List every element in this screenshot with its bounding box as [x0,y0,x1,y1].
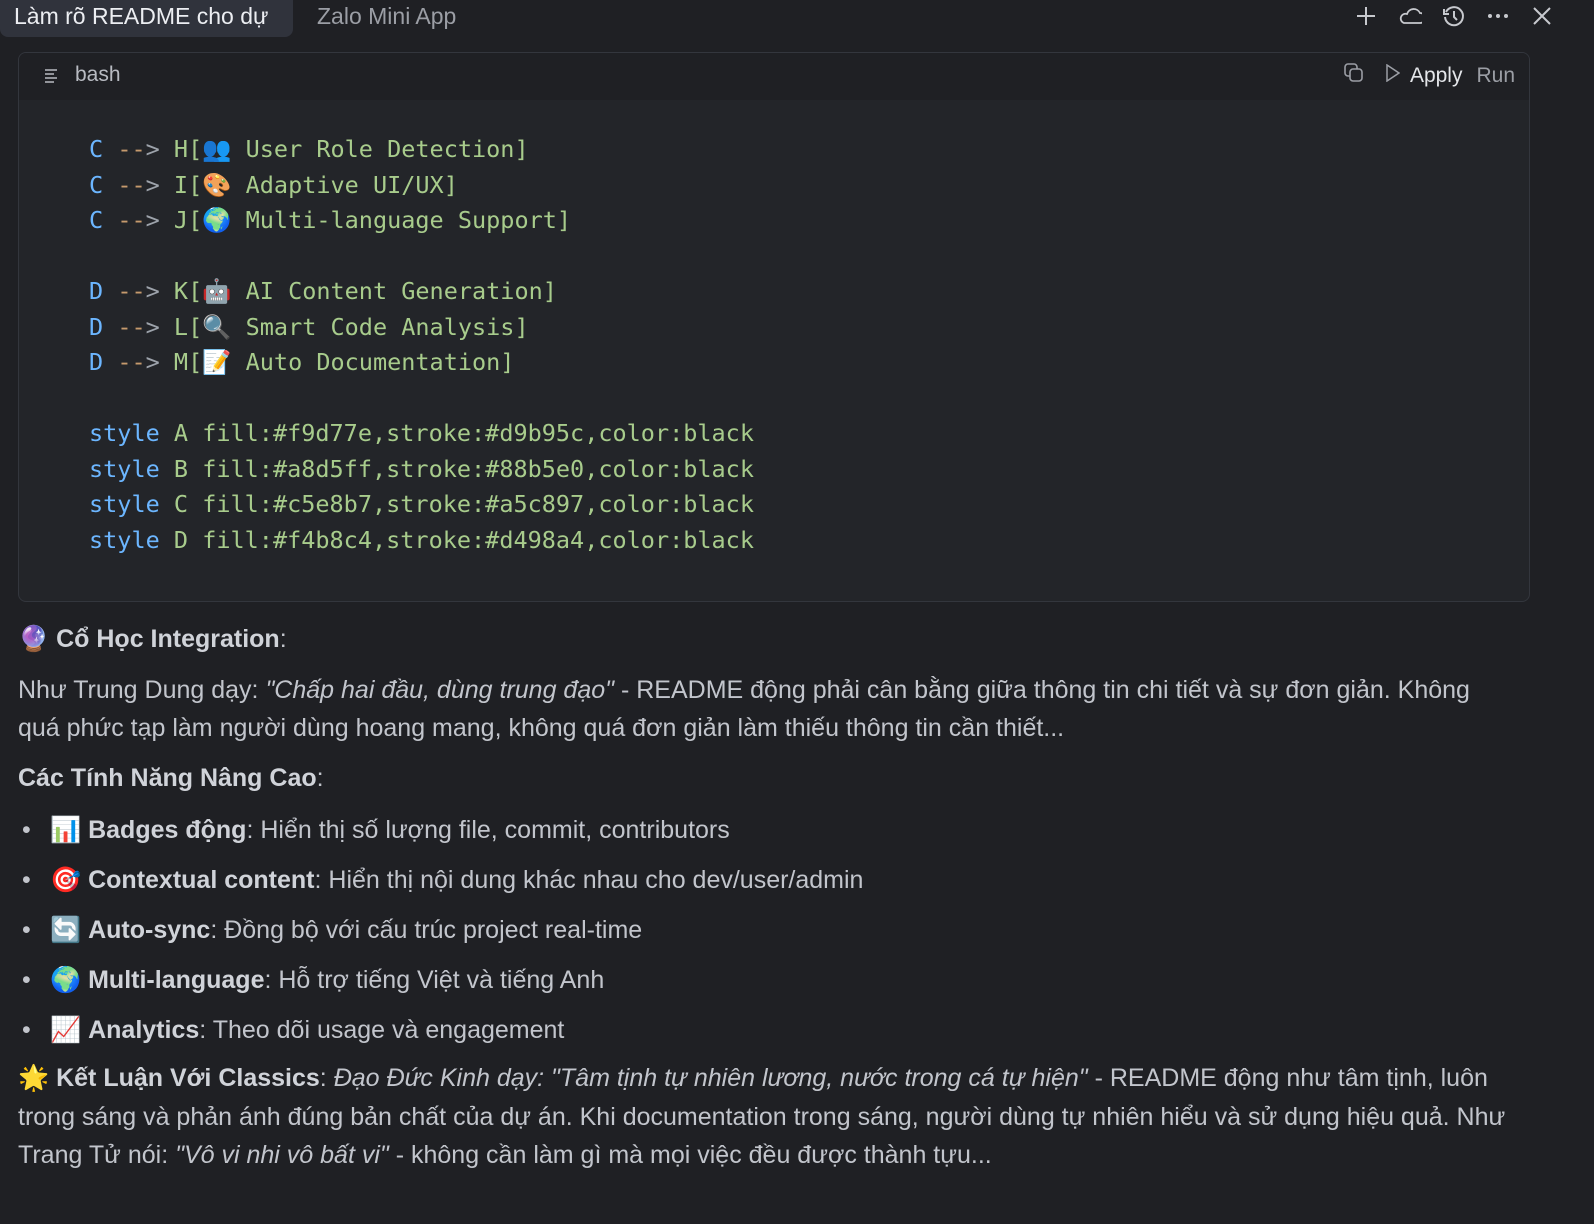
heading-colon: : [279,625,287,653]
more-icon[interactable] [1486,2,1510,30]
integration-heading: 🔮 Cổ Học Integration: [18,620,1518,659]
feature-name: Contextual content [88,866,315,894]
tab-bar: Làm rõ README cho dự Zalo Mini App [0,0,1594,37]
style-keyword: style [89,419,160,447]
arrow: --> [117,277,160,305]
edge-target: H[👥 User Role Detection] [173,135,529,163]
node-id: C [89,206,104,234]
history-icon[interactable] [1442,2,1466,30]
heading-text: Các Tính Năng Nâng Cao [18,763,317,792]
feature-desc: : Đồng bộ với cấu trúc project real-time [210,916,643,944]
response-text: 🔮 Cổ Học Integration: Như Trung Dung dạy… [18,620,1518,1175]
text-lines-icon [45,69,59,88]
code-content: C --> H[👥 User Role Detection] C --> I[🎨 … [89,132,754,558]
feature-desc: : Hiển thị nội dung khác nhau cho dev/us… [314,866,864,894]
code-language: bash [75,63,121,86]
list-item: 📈 Analytics: Theo dõi usage và engagemen… [18,1005,1518,1055]
arrow: --> [117,312,160,341]
arrow: --> [117,170,160,199]
list-item: 📊 Badges động: Hiển thị số lượng file, c… [18,805,1518,855]
node-id: D [89,277,104,305]
feature-emoji-icon: 🌍 [50,966,82,994]
feature-desc: : Hiển thị số lượng file, commit, contri… [246,816,730,844]
feature-emoji-icon: 📈 [50,1016,82,1044]
style-rule: C fill:#c5e8b7,stroke:#a5c897,color:blac… [173,490,754,518]
arrow: --> [117,206,160,234]
list-item: 🎯 Contextual content: Hiển thị nội dung … [18,855,1518,905]
code-line: C --> H[👥 User Role Detection] [89,132,754,168]
heading-colon: : [316,763,324,792]
features-list: 📊 Badges động: Hiển thị số lượng file, c… [18,805,1518,1055]
edge-target: K[🤖 AI Content Generation] [173,277,557,305]
run-button[interactable]: Run [1476,64,1515,88]
code-line: D --> L[🔍 Smart Code Analysis] [89,310,754,346]
star-icon: 🌟 [18,1064,50,1092]
arrow: --> [117,348,160,376]
code-line: style C fill:#c5e8b7,stroke:#a5c897,colo… [89,487,754,523]
para-quote: "Chấp hai đầu, dùng trung đạo" [265,675,615,704]
features-heading: Các Tính Năng Nâng Cao: [18,759,1518,798]
play-icon[interactable] [1386,63,1401,88]
edge-target: M[📝 Auto Documentation] [173,348,515,376]
style-rule: D fill:#f4b8c4,stroke:#d498a4,color:blac… [173,525,754,554]
copy-icon[interactable] [1344,63,1364,89]
tab-readme[interactable]: Làm rõ README cho dự [0,0,293,37]
edge-target: J[🌍 Multi-language Support] [173,206,572,234]
conclusion-paragraph: 🌟 Kết Luận Với Classics: Đạo Đức Kinh dạ… [18,1059,1518,1175]
quote-dao-duc-kinh: Đạo Đức Kinh dạy: "Tâm tịnh tự nhiên lươ… [333,1064,1088,1092]
code-block: bash Apply Run C --> H[👥 User Role Detec… [18,52,1530,602]
feature-desc: : Hỗ trợ tiếng Việt và tiếng Anh [264,966,605,994]
quote-trang-tu: "Vô vi nhi vô bất vi" [175,1141,389,1169]
code-line: style A fill:#f9d77e,stroke:#d9b95c,colo… [89,416,754,452]
node-id: D [89,348,104,376]
code-line: style D fill:#f4b8c4,stroke:#d498a4,colo… [89,523,754,559]
style-keyword: style [89,525,160,554]
style-keyword: style [89,490,160,518]
list-item: 🌍 Multi-language: Hỗ trợ tiếng Việt và t… [18,955,1518,1005]
arrow: --> [117,135,160,163]
feature-name: Multi-language [88,966,265,994]
code-block-header: bash Apply Run [19,53,1529,100]
style-keyword: style [89,454,160,483]
conclusion-title: Kết Luận Với Classics [56,1064,320,1092]
feature-emoji-icon: 🔄 [50,916,82,944]
style-rule: B fill:#a8d5ff,stroke:#88b5e0,color:blac… [173,454,754,483]
conclusion-end: - không cần làm gì mà mọi việc đều được … [388,1141,992,1169]
code-line: C --> I[🎨 Adaptive UI/UX] [89,168,754,204]
node-id: C [89,135,104,163]
colon: : [319,1064,334,1092]
feature-name: Analytics [88,1016,200,1044]
code-line: D --> M[📝 Auto Documentation] [89,345,754,381]
para-lead: Như Trung Dung dạy: [18,675,266,704]
heading-text: Cổ Học Integration [56,625,280,653]
close-icon[interactable] [1530,2,1554,30]
plus-icon[interactable] [1354,2,1378,30]
list-item: 🔄 Auto-sync: Đồng bộ với cấu trúc projec… [18,905,1518,955]
cloud-icon[interactable] [1398,2,1422,30]
integration-paragraph: Như Trung Dung dạy: "Chấp hai đầu, dùng … [18,671,1518,748]
code-line: style B fill:#a8d5ff,stroke:#88b5e0,colo… [89,452,754,488]
code-line: C --> J[🌍 Multi-language Support] [89,203,754,239]
node-id: C [89,170,104,199]
feature-desc: : Theo dõi usage và engagement [199,1016,565,1044]
code-line: D --> K[🤖 AI Content Generation] [89,274,754,310]
edge-target: I[🎨 Adaptive UI/UX] [173,170,458,199]
feature-name: Auto-sync [88,916,211,944]
edge-target: L[🔍 Smart Code Analysis] [173,312,529,341]
style-rule: A fill:#f9d77e,stroke:#d9b95c,color:blac… [173,419,754,447]
node-id: D [89,312,104,341]
tab-zalo-mini-app[interactable]: Zalo Mini App [303,0,470,37]
feature-name: Badges động [88,816,247,844]
feature-emoji-icon: 🎯 [50,866,82,894]
feature-emoji-icon: 📊 [50,816,82,844]
crystal-ball-icon: 🔮 [18,625,50,653]
apply-button[interactable]: Apply [1410,64,1463,88]
